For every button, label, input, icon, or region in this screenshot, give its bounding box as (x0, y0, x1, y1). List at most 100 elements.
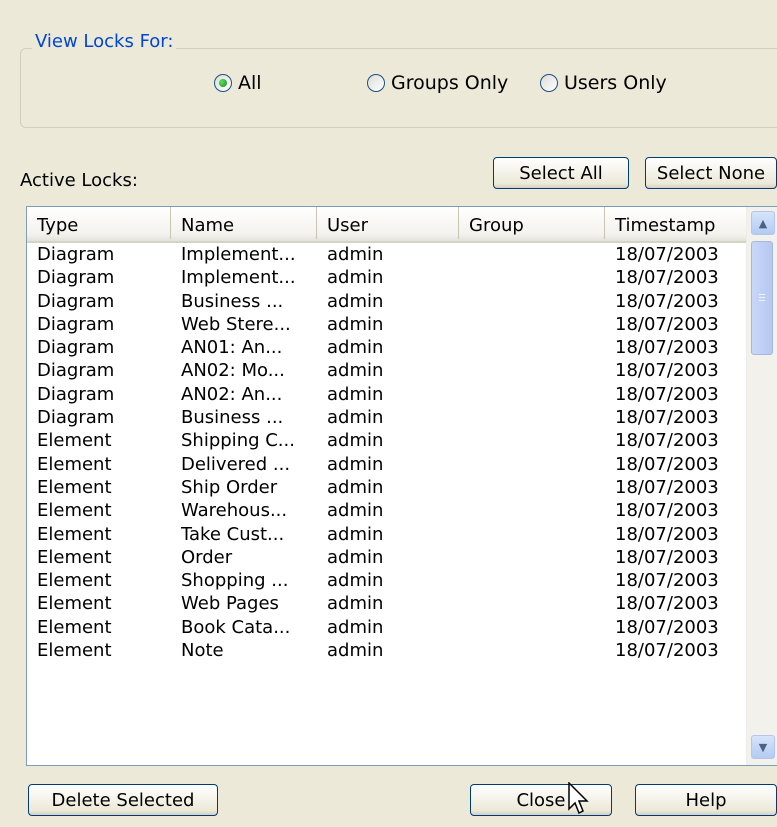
column-header-user[interactable]: User (317, 207, 459, 239)
cell-user: admin (327, 267, 384, 289)
cell-user: admin (327, 313, 384, 335)
column-header-name[interactable]: Name (171, 207, 317, 239)
table-row[interactable]: Element Ship Order admin 18/07/2003 (27, 476, 747, 499)
scroll-down-arrow-icon[interactable]: ▼ (751, 735, 775, 759)
cell-type: Element (37, 593, 112, 615)
table-row[interactable]: Element Book Cata... admin 18/07/2003 (27, 616, 747, 639)
cell-user: admin (327, 616, 384, 638)
cell-type: Diagram (37, 383, 115, 405)
table-row[interactable]: Element Shopping ... admin 18/07/2003 (27, 569, 747, 592)
cell-group (459, 290, 605, 313)
table-row[interactable]: Element Order admin 18/07/2003 (27, 546, 747, 569)
list-rows: Diagram Implement... admin 18/07/2003 Diagra… (27, 243, 747, 662)
cell-type: Diagram (37, 244, 115, 265)
select-all-button[interactable]: Select All (493, 157, 629, 189)
radio-groups-only-label: Groups Only (391, 72, 509, 94)
cell-user: admin (327, 570, 384, 592)
cell-name: Implement... (181, 267, 296, 289)
table-row[interactable]: Element Take Cust... admin 18/07/2003 (27, 523, 747, 546)
table-row[interactable]: Diagram AN01: An... admin 18/07/2003 (27, 336, 747, 359)
table-row[interactable]: Element Warehous... admin 18/07/2003 (27, 499, 747, 522)
scroll-up-arrow-icon[interactable]: ▲ (751, 211, 775, 235)
radio-users-only[interactable]: Users Only (540, 72, 667, 94)
help-button[interactable]: Help (635, 784, 777, 816)
cell-group (459, 243, 605, 266)
cell-name: Take Cust... (181, 523, 285, 545)
cell-timestamp: 18/07/2003 (615, 616, 719, 638)
cell-user: admin (327, 500, 384, 522)
cell-group (459, 383, 605, 406)
active-locks-list[interactable]: Type Name User Group Timestamp Diagram Im… (26, 206, 777, 766)
cell-name: AN02: Mo... (181, 360, 285, 382)
radio-groups-only[interactable]: Groups Only (367, 72, 508, 94)
cell-type: Element (37, 616, 112, 638)
table-row[interactable]: Diagram AN02: Mo... admin 18/07/2003 (27, 359, 747, 382)
cell-group (459, 406, 605, 429)
table-row[interactable]: Element Web Pages admin 18/07/2003 (27, 592, 747, 615)
cell-user: admin (327, 546, 384, 568)
cell-type: Element (37, 523, 112, 545)
column-header-timestamp[interactable]: Timestamp (605, 207, 747, 239)
cell-user: admin (327, 523, 384, 545)
cell-name: Web Pages (181, 593, 279, 615)
cell-user: admin (327, 244, 384, 265)
cell-type: Diagram (37, 337, 115, 359)
cell-group (459, 359, 605, 382)
select-none-button[interactable]: Select None (645, 157, 777, 189)
cell-timestamp: 18/07/2003 (615, 383, 719, 405)
cell-timestamp: 18/07/2003 (615, 476, 719, 498)
cell-group (459, 523, 605, 546)
view-locks-title: View Locks For: (32, 31, 177, 52)
cell-timestamp: 18/07/2003 (615, 267, 719, 289)
column-header-type[interactable]: Type (27, 207, 171, 239)
table-row[interactable]: Diagram Implement... admin 18/07/2003 (27, 266, 747, 289)
cell-group (459, 569, 605, 592)
radio-all-label: All (238, 72, 262, 94)
cell-group (459, 546, 605, 569)
cell-timestamp: 18/07/2003 (615, 244, 719, 265)
cell-user: admin (327, 383, 384, 405)
cell-user: admin (327, 476, 384, 498)
scrollbar-thumb[interactable] (751, 241, 773, 355)
cell-name: Delivered ... (181, 453, 291, 475)
radio-users-only-label: Users Only (564, 72, 667, 94)
cell-user: admin (327, 407, 384, 429)
cell-timestamp: 18/07/2003 (615, 360, 719, 382)
table-row[interactable]: Diagram Business ... admin 18/07/2003 (27, 290, 747, 313)
cell-timestamp: 18/07/2003 (615, 407, 719, 429)
cell-user: admin (327, 290, 384, 312)
table-row[interactable]: Element Delivered ... admin 18/07/2003 (27, 453, 747, 476)
cell-timestamp: 18/07/2003 (615, 290, 719, 312)
table-row[interactable]: Diagram Web Stere... admin 18/07/2003 (27, 313, 747, 336)
delete-selected-button[interactable]: Delete Selected (28, 784, 218, 816)
cell-group (459, 313, 605, 336)
table-row[interactable]: Element Note admin 18/07/2003 (27, 639, 747, 662)
cell-timestamp: 18/07/2003 (615, 570, 719, 592)
radio-unchecked-icon (540, 74, 558, 92)
cell-timestamp: 18/07/2003 (615, 640, 719, 662)
cell-timestamp: 18/07/2003 (615, 337, 719, 359)
cell-type: Element (37, 430, 112, 452)
radio-all[interactable]: All (214, 72, 262, 94)
table-row[interactable]: Diagram Business ... admin 18/07/2003 (27, 406, 747, 429)
cell-user: admin (327, 593, 384, 615)
cell-name: Web Stere... (181, 313, 291, 335)
active-locks-label: Active Locks: (20, 170, 138, 191)
vertical-scrollbar[interactable]: ▲ ▼ (746, 207, 777, 765)
cell-type: Element (37, 640, 112, 662)
column-header-group[interactable]: Group (459, 207, 605, 239)
cell-type: Diagram (37, 290, 115, 312)
cell-name: Implement... (181, 244, 296, 265)
cell-timestamp: 18/07/2003 (615, 313, 719, 335)
cell-timestamp: 18/07/2003 (615, 430, 719, 452)
cell-group (459, 453, 605, 476)
table-row[interactable]: Diagram AN02: An... admin 18/07/2003 (27, 383, 747, 406)
list-header: Type Name User Group Timestamp (27, 207, 747, 243)
cell-user: admin (327, 337, 384, 359)
table-row[interactable]: Element Shipping C... admin 18/07/2003 (27, 429, 747, 452)
cell-timestamp: 18/07/2003 (615, 593, 719, 615)
table-row[interactable]: Diagram Implement... admin 18/07/2003 (27, 243, 747, 266)
cell-timestamp: 18/07/2003 (615, 453, 719, 475)
cell-group (459, 616, 605, 639)
cell-name: Warehous... (181, 500, 288, 522)
